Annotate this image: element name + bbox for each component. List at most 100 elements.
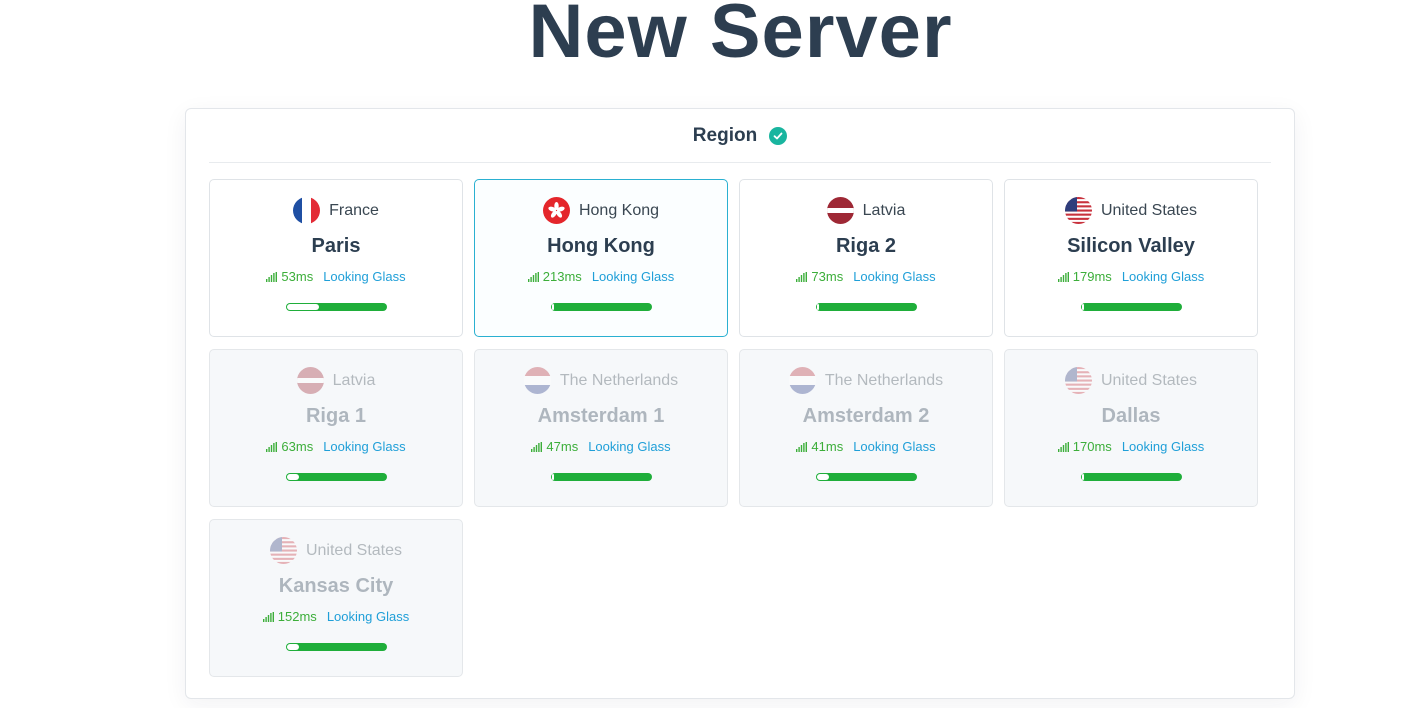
load-bar — [816, 473, 917, 481]
load-bar-free — [1082, 304, 1084, 310]
country-row: France — [210, 197, 462, 224]
country-label: United States — [1100, 371, 1198, 389]
region-card-dallas[interactable]: United States Dallas 170ms Looking Glass — [1004, 349, 1258, 507]
signal-icon — [796, 271, 808, 282]
load-bar — [551, 473, 652, 481]
looking-glass-link[interactable]: Looking Glass — [592, 269, 674, 284]
signal-icon — [531, 441, 543, 452]
load-bar-free — [1082, 474, 1084, 480]
country-label: The Netherlands — [824, 371, 944, 389]
load-bar — [1081, 473, 1182, 481]
region-header: Region — [209, 109, 1271, 163]
country-row: Latvia — [740, 197, 992, 224]
looking-glass-link[interactable]: Looking Glass — [1122, 439, 1204, 454]
ping-value: 213ms — [542, 269, 582, 284]
load-bar — [1081, 303, 1182, 311]
ping: 152ms — [262, 609, 317, 624]
country-label: The Netherlands — [559, 371, 679, 389]
looking-glass-link[interactable]: Looking Glass — [588, 439, 670, 454]
city-name: Silicon Valley — [1067, 235, 1195, 257]
city-name: Amsterdam 2 — [802, 405, 930, 427]
country-label: Latvia — [332, 371, 376, 389]
country-row: United States — [1005, 197, 1257, 224]
ping: 170ms — [1057, 439, 1112, 454]
signal-icon — [262, 611, 274, 622]
region-card-silicon-valley[interactable]: United States Silicon Valley 179ms Looki… — [1004, 179, 1258, 337]
us-flag-icon — [1064, 197, 1092, 224]
load-bar — [816, 303, 917, 311]
load-bar-free — [552, 304, 554, 310]
page-title: New Server — [528, 0, 953, 74]
city-name: Amsterdam 1 — [537, 405, 665, 427]
ping: 53ms — [266, 269, 313, 284]
ping-value: 47ms — [546, 439, 579, 454]
meta-row: 213ms Looking Glass — [475, 269, 727, 284]
looking-glass-link[interactable]: Looking Glass — [327, 609, 409, 624]
looking-glass-link[interactable]: Looking Glass — [853, 439, 935, 454]
ping-value: 73ms — [811, 269, 844, 284]
ping-value: 152ms — [277, 609, 317, 624]
ping-value: 41ms — [811, 439, 844, 454]
us-flag-icon — [1064, 367, 1092, 394]
france-flag-icon — [293, 197, 321, 224]
us-flag-icon — [269, 537, 297, 564]
load-bar-free — [287, 474, 299, 480]
signal-icon — [266, 441, 278, 452]
city-name: Paris — [311, 235, 361, 257]
signal-icon — [266, 271, 278, 282]
load-bar-free — [552, 474, 554, 480]
signal-icon — [1057, 441, 1069, 452]
ping: 179ms — [1057, 269, 1112, 284]
country-row: Hong Kong — [475, 197, 727, 224]
latvia-flag-icon — [826, 197, 854, 224]
hong-kong-flag-icon — [542, 197, 570, 224]
ping: 47ms — [531, 439, 578, 454]
looking-glass-link[interactable]: Looking Glass — [323, 439, 405, 454]
region-card-riga-2[interactable]: Latvia Riga 2 73ms Looking Glass — [739, 179, 993, 337]
region-card-riga-1[interactable]: Latvia Riga 1 63ms Looking Glass — [209, 349, 463, 507]
country-row: The Netherlands — [740, 367, 992, 394]
load-bar — [286, 473, 387, 481]
country-label: France — [329, 201, 379, 219]
signal-icon — [1057, 271, 1069, 282]
region-card-kansas-city[interactable]: United States Kansas City 152ms Looking … — [209, 519, 463, 677]
city-name: Riga 1 — [305, 405, 367, 427]
meta-row: 53ms Looking Glass — [210, 269, 462, 284]
region-card-paris[interactable]: France Paris 53ms Looking Glass — [209, 179, 463, 337]
region-title: Region — [692, 124, 758, 146]
ping: 63ms — [266, 439, 313, 454]
ping-value: 63ms — [281, 439, 314, 454]
country-label: United States — [1100, 201, 1198, 219]
country-row: The Netherlands — [475, 367, 727, 394]
load-bar-free — [817, 474, 829, 480]
netherlands-flag-icon — [788, 367, 816, 394]
country-row: United States — [1005, 367, 1257, 394]
city-name: Riga 2 — [835, 235, 897, 257]
latvia-flag-icon — [296, 367, 324, 394]
meta-row: 47ms Looking Glass — [475, 439, 727, 454]
meta-row: 170ms Looking Glass — [1005, 439, 1257, 454]
load-bar — [551, 303, 652, 311]
country-label: United States — [305, 541, 403, 559]
load-bar-free — [817, 304, 819, 310]
ping-value: 179ms — [1072, 269, 1112, 284]
load-bar — [286, 643, 387, 651]
load-bar-free — [287, 304, 319, 310]
meta-row: 73ms Looking Glass — [740, 269, 992, 284]
ping: 213ms — [527, 269, 582, 284]
country-label: Hong Kong — [578, 201, 660, 219]
meta-row: 152ms Looking Glass — [210, 609, 462, 624]
ping-value: 53ms — [281, 269, 314, 284]
signal-icon — [527, 271, 539, 282]
country-row: Latvia — [210, 367, 462, 394]
looking-glass-link[interactable]: Looking Glass — [323, 269, 405, 284]
ping: 73ms — [796, 269, 843, 284]
region-card-amsterdam-2[interactable]: The Netherlands Amsterdam 2 41ms Looking… — [739, 349, 993, 507]
looking-glass-link[interactable]: Looking Glass — [1122, 269, 1204, 284]
signal-icon — [796, 441, 808, 452]
region-card-hong-kong[interactable]: Hong Kong Hong Kong 213ms Looking Glass — [474, 179, 728, 337]
looking-glass-link[interactable]: Looking Glass — [853, 269, 935, 284]
region-card-amsterdam-1[interactable]: The Netherlands Amsterdam 1 47ms Looking… — [474, 349, 728, 507]
load-bar-free — [287, 644, 299, 650]
meta-row: 63ms Looking Glass — [210, 439, 462, 454]
